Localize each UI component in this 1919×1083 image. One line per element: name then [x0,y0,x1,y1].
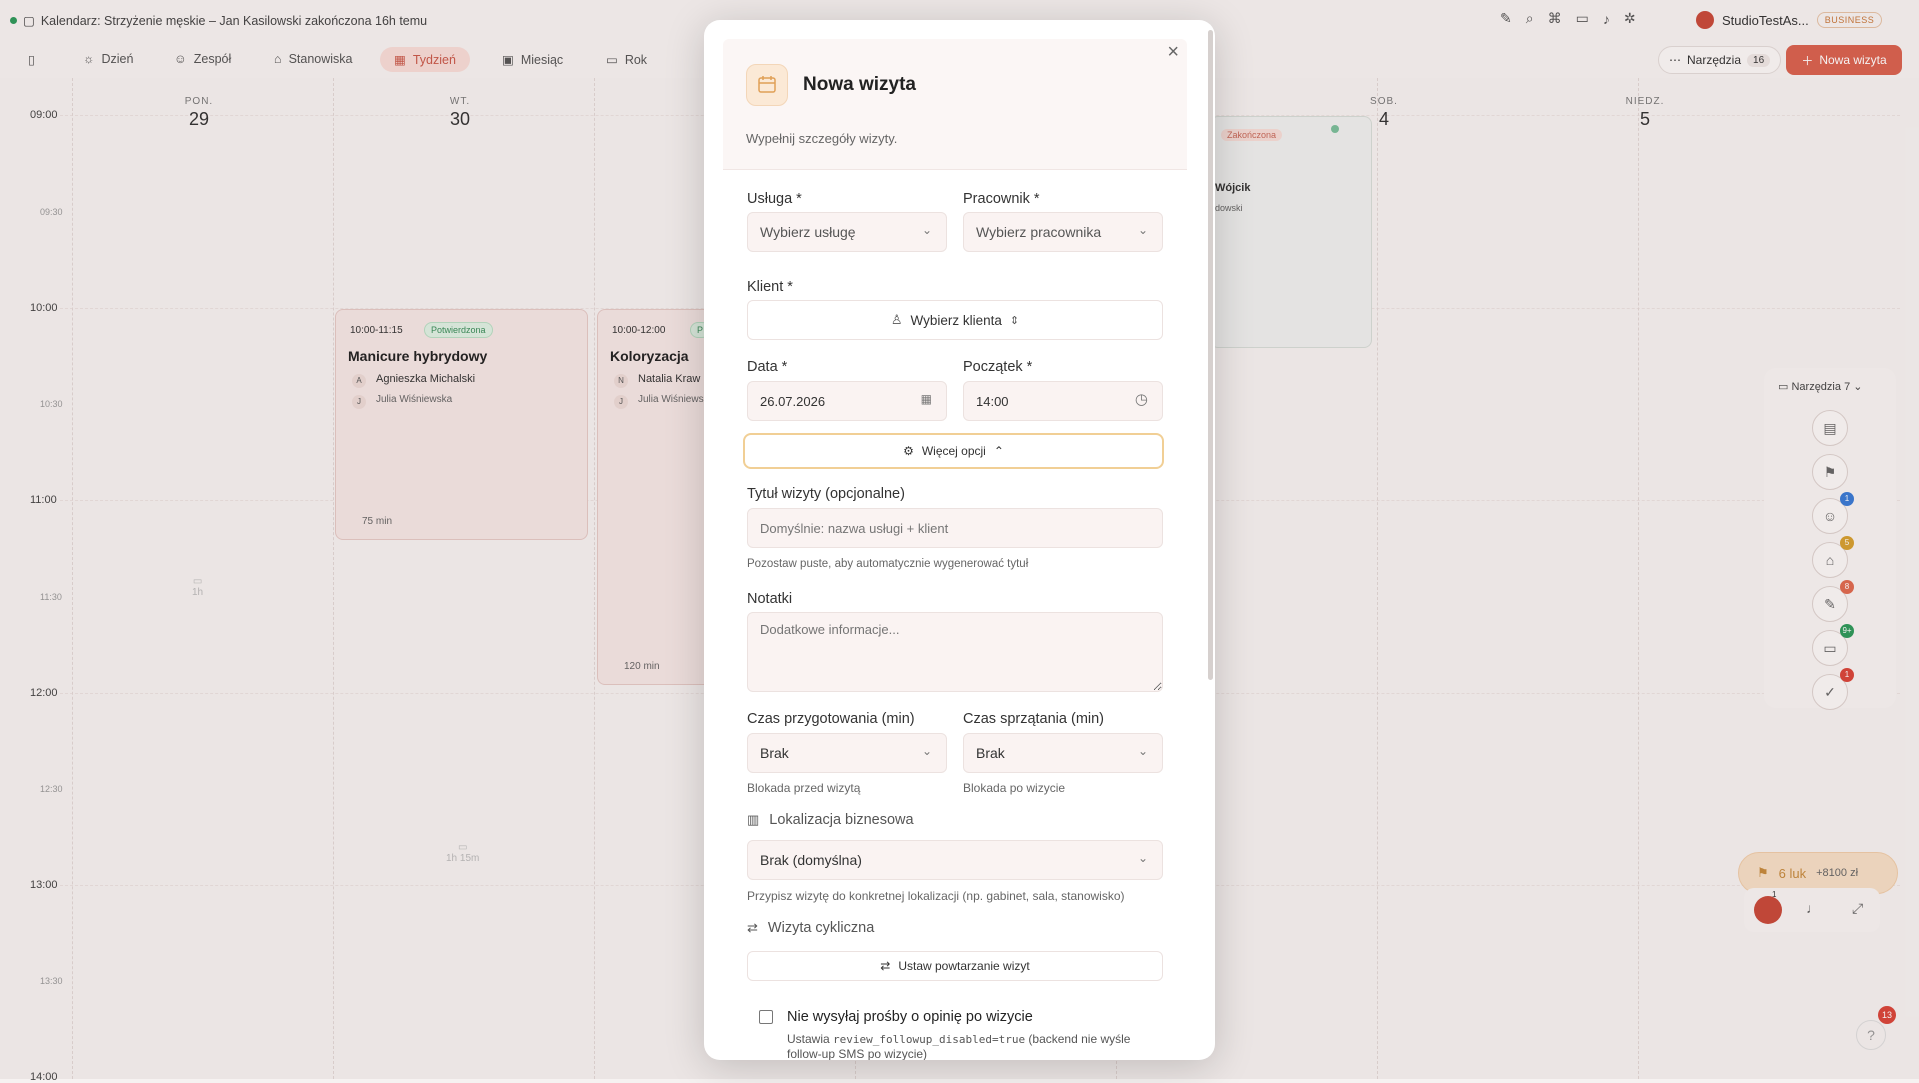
worker-placeholder: Wybierz pracownika [976,224,1102,240]
service-placeholder: Wybierz usługę [760,224,856,240]
chevron-updown-icon: ⇕ [1009,314,1020,327]
more-options-label: Więcej opcji [921,444,986,458]
prep-select[interactable]: Brak ⌄ [747,733,947,773]
recurring-label: Wizyta cykliczna [767,920,875,936]
more-options-button[interactable]: ⚙ Więcej opcji ⌃ [743,433,1164,469]
review-optout-description: Ustawia review_followup_disabled=true (b… [787,1032,1147,1060]
calendar-icon [746,64,788,106]
close-icon[interactable]: × [1167,42,1179,62]
location-label: Lokalizacja biznesowa [769,812,914,828]
clean-value: Brak [976,745,1005,761]
repeat-icon: ⇄ [747,920,758,935]
desc-code: review_followup_disabled=true [833,1033,1026,1046]
review-optout-label: Nie wysyłaj prośby o opinię po wizycie [787,1009,1033,1025]
client-label: Klient * [747,279,793,295]
prep-hint: Blokada przed wizytą [747,781,861,795]
service-label: Usługa * [747,191,802,207]
notes-label: Notatki [747,591,793,607]
chevron-up-icon: ⌃ [993,444,1004,458]
desc-prefix: Ustawia [787,1032,834,1046]
user-icon: ♙ [890,312,903,327]
prep-value: Brak [760,745,789,761]
location-hint: Przypisz wizytę do konkretnej lokalizacj… [747,889,1125,903]
service-select[interactable]: Wybierz usługę ⌄ [747,212,947,252]
clean-hint: Blokada po wizycie [963,781,1066,795]
chevron-down-icon: ⌄ [1137,744,1148,758]
location-header: ▥ Lokalizacja biznesowa [747,812,914,828]
modal-header: Nowa wizyta Wypełnij szczegóły wizyty. [723,39,1187,170]
modal-subtitle: Wypełnij szczegóły wizyty. [746,131,898,146]
start-label: Początek * [963,359,1033,375]
chevron-down-icon: ⌄ [1137,223,1148,237]
prep-label: Czas przygotowania (min) [747,711,915,727]
chevron-down-icon: ⌄ [1137,851,1148,865]
location-select[interactable]: Brak (domyślna) ⌄ [747,840,1163,880]
date-label: Data * [747,359,788,375]
recurring-button-label: Ustaw powtarzanie wizyt [898,959,1030,973]
gear-icon: ⚙ [903,444,914,458]
calendar-icon[interactable]: ▦ [921,392,932,406]
modal-title: Nowa wizyta [803,74,916,95]
clean-select[interactable]: Brak ⌄ [963,733,1163,773]
date-value: 26.07.2026 [760,393,826,409]
notes-textarea[interactable] [747,612,1163,692]
clock-icon[interactable]: ◷ [1135,390,1148,408]
visit-title-input[interactable] [747,508,1163,548]
start-time-input[interactable]: 14:00 ◷ [963,381,1163,421]
date-input[interactable]: 26.07.2026 ▦ [747,381,947,421]
new-visit-modal: Nowa wizyta Wypełnij szczegóły wizyty. ×… [704,20,1215,1060]
recurring-header: ⇄ Wizyta cykliczna [747,920,874,936]
start-value: 14:00 [976,393,1009,409]
clean-label: Czas sprzątania (min) [963,711,1105,727]
repeat-icon: ⇄ [880,959,891,973]
building-icon: ▥ [747,812,760,827]
review-optout-checkbox[interactable] [759,1010,773,1024]
set-recurring-button[interactable]: ⇄ Ustaw powtarzanie wizyt [747,951,1163,981]
visit-title-label: Tytuł wizyty (opcjonalne) [747,486,905,502]
client-select[interactable]: ♙ Wybierz klienta ⇕ [747,300,1163,340]
scrollbar[interactable] [1208,30,1213,680]
visit-title-hint: Pozostaw puste, aby automatycznie wygene… [747,558,1029,570]
worker-select[interactable]: Wybierz pracownika ⌄ [963,212,1163,252]
worker-label: Pracownik * [963,191,1040,207]
location-value: Brak (domyślna) [760,852,862,868]
chevron-down-icon: ⌄ [921,744,932,758]
chevron-down-icon: ⌄ [921,223,932,237]
client-button-label: Wybierz klienta [910,312,1002,328]
